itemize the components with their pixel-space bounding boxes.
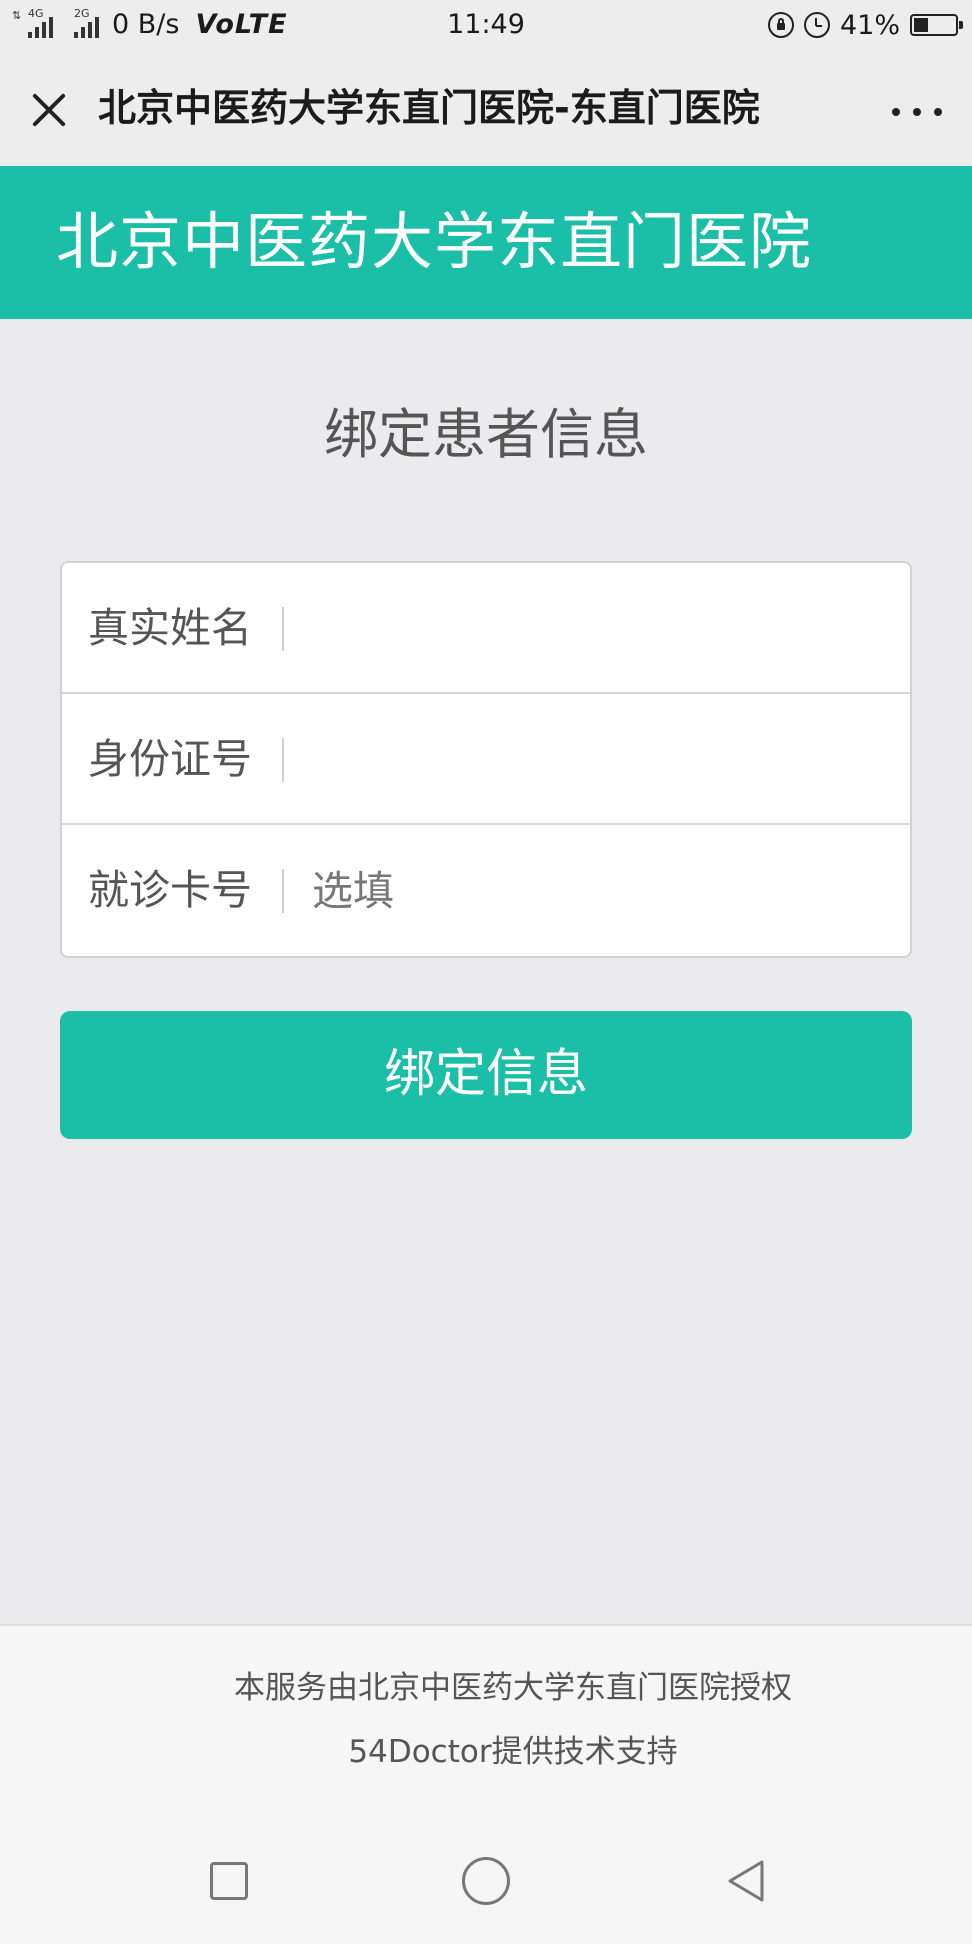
close-icon[interactable]: [24, 84, 74, 134]
card-number-input[interactable]: [298, 849, 878, 933]
form-row-card: 就诊卡号: [62, 825, 910, 956]
id-number-input[interactable]: [298, 718, 878, 802]
page-title: 北京中医药大学东直门医院-东直门医院: [98, 86, 760, 130]
back-icon[interactable]: [722, 1857, 770, 1905]
field-divider: [282, 607, 284, 651]
form-row-id: 身份证号: [62, 694, 910, 825]
alarm-icon: [803, 12, 830, 38]
hospital-banner: 北京中医药大学东直门医院: [0, 166, 972, 319]
battery-icon: [910, 14, 963, 36]
name-input[interactable]: [298, 587, 878, 671]
field-divider: [282, 738, 284, 782]
battery-percent: 41%: [839, 9, 900, 41]
rotation-lock-icon: [767, 12, 794, 38]
screen: ⇅ 4G 2G 0 B/s VoLTE 11:49 41% 北京中医药大学东直门…: [0, 0, 972, 1944]
footer-support-text: 54Doctor提供技术支持: [348, 1734, 678, 1770]
status-bar: ⇅ 4G 2G 0 B/s VoLTE 11:49 41%: [0, 0, 972, 50]
title-bar: 北京中医药大学东直门医院-东直门医院: [0, 50, 972, 166]
form-heading: 绑定患者信息: [324, 403, 648, 466]
id-number-label: 身份证号: [88, 735, 252, 783]
status-right: 41%: [767, 8, 963, 42]
recent-apps-icon[interactable]: [210, 1862, 248, 1900]
banner-title: 北京中医药大学东直门医院: [56, 205, 813, 278]
name-label: 真实姓名: [88, 604, 252, 652]
more-options-icon[interactable]: [892, 102, 942, 122]
footer: 本服务由北京中医药大学东直门医院授权 54Doctor提供技术支持: [0, 1624, 972, 1824]
footer-authorization-text: 本服务由北京中医药大学东直门医院授权: [234, 1670, 792, 1706]
form-row-name: 真实姓名: [62, 563, 910, 694]
card-number-label: 就诊卡号: [88, 866, 252, 914]
bind-info-button[interactable]: 绑定信息: [60, 1011, 912, 1139]
battery-fill: [914, 18, 929, 32]
patient-info-form: 真实姓名 身份证号 就诊卡号: [60, 561, 912, 958]
home-icon[interactable]: [462, 1857, 510, 1905]
system-nav-bar: [0, 1824, 972, 1944]
field-divider: [282, 869, 284, 913]
